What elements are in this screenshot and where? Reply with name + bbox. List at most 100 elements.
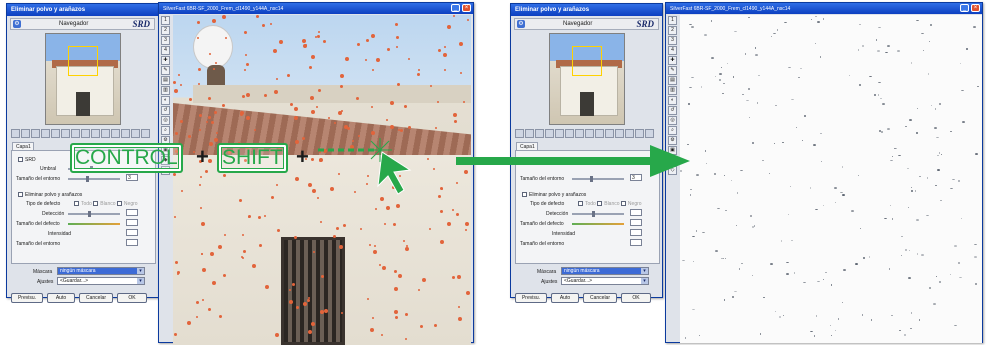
tool-icon[interactable]: ◇ — [668, 166, 677, 175]
mask-select[interactable]: ningún máscara ▾ — [561, 267, 649, 275]
intensity-field[interactable] — [126, 229, 138, 236]
tool-button[interactable] — [41, 129, 50, 138]
srd-checkbox[interactable] — [522, 157, 527, 163]
defect-size-slider[interactable] — [68, 223, 120, 225]
auto-button[interactable]: Auto — [47, 293, 75, 303]
tool-icon[interactable]: ✚ — [161, 56, 170, 65]
tool-button[interactable] — [625, 129, 634, 138]
tool-icon[interactable]: 4 — [161, 46, 170, 55]
tool-icon[interactable]: ✎ — [668, 66, 677, 75]
tool-button[interactable] — [121, 129, 130, 138]
navigator-thumbnail[interactable] — [45, 33, 121, 125]
auto-button[interactable]: Auto — [551, 293, 579, 303]
tool-icon[interactable]: 1 — [668, 16, 677, 25]
tool-icon[interactable]: ◐ — [161, 96, 170, 105]
detection-slider[interactable] — [68, 211, 120, 217]
tool-button[interactable] — [555, 129, 564, 138]
tool-button[interactable] — [131, 129, 140, 138]
tool-button[interactable] — [81, 129, 90, 138]
tool-icon[interactable]: 4 — [668, 46, 677, 55]
mask-select[interactable]: ningún máscara ▾ — [57, 267, 145, 275]
tool-button[interactable] — [51, 129, 60, 138]
settings-select[interactable]: <Guardar...> ▾ — [561, 277, 649, 285]
tool-button[interactable] — [31, 129, 40, 138]
dust-mask-preview[interactable] — [680, 15, 982, 343]
tool-button[interactable] — [111, 129, 120, 138]
tool-button[interactable] — [61, 129, 70, 138]
ok-button[interactable]: OK — [621, 293, 651, 303]
tool-button[interactable] — [545, 129, 554, 138]
gear-icon[interactable]: ⚙ — [13, 20, 21, 28]
preview-button[interactable]: Previsu. — [11, 293, 43, 303]
tool-icon[interactable]: ◐ — [668, 96, 677, 105]
env-size-field[interactable]: 3 — [630, 174, 642, 181]
env-size-slider[interactable] — [572, 176, 624, 182]
tool-icon[interactable]: ⌕ — [668, 126, 677, 135]
tool-icon[interactable]: 3 — [668, 36, 677, 45]
minimize-button[interactable]: _ — [451, 4, 460, 12]
tool-button[interactable] — [565, 129, 574, 138]
tool-button[interactable] — [515, 129, 524, 138]
tool-button[interactable] — [71, 129, 80, 138]
remove-dust-checkbox[interactable] — [18, 192, 23, 198]
env-size-field[interactable]: 3 — [126, 174, 138, 181]
tool-icon[interactable]: ✚ — [668, 56, 677, 65]
ok-button[interactable]: OK — [117, 293, 147, 303]
close-button[interactable]: × — [971, 4, 980, 12]
tool-button[interactable] — [535, 129, 544, 138]
tool-button[interactable] — [141, 129, 150, 138]
detection-slider[interactable] — [572, 211, 624, 217]
minimize-button[interactable]: _ — [960, 4, 969, 12]
tab-layer[interactable]: Capa1 — [12, 142, 34, 150]
tool-icon[interactable]: ✎ — [161, 66, 170, 75]
tool-button[interactable] — [525, 129, 534, 138]
srd-checkbox[interactable] — [18, 157, 23, 163]
tool-button[interactable] — [91, 129, 100, 138]
detection-field[interactable] — [630, 209, 642, 216]
tool-icon[interactable]: 2 — [161, 26, 170, 35]
close-button[interactable]: × — [462, 4, 471, 12]
tool-icon[interactable]: 2 — [668, 26, 677, 35]
tool-icon[interactable]: ▤ — [161, 76, 170, 85]
tool-icon[interactable]: 3 — [161, 36, 170, 45]
scan-preview-image[interactable] — [173, 15, 471, 345]
tool-icon[interactable]: ▥ — [161, 86, 170, 95]
tool-icon[interactable]: ↺ — [161, 106, 170, 115]
defect-size-slider[interactable] — [572, 223, 624, 225]
tool-button[interactable] — [21, 129, 30, 138]
cancel-button[interactable]: Cancelar — [583, 293, 617, 303]
tool-icon[interactable]: ◎ — [668, 116, 677, 125]
tool-button[interactable] — [615, 129, 624, 138]
tab-layer[interactable]: Capa1 — [516, 142, 538, 150]
tool-button[interactable] — [575, 129, 584, 138]
tool-button[interactable] — [605, 129, 614, 138]
tool-button[interactable] — [11, 129, 20, 138]
tool-icon[interactable]: ▤ — [668, 76, 677, 85]
tool-icon[interactable]: 1 — [161, 16, 170, 25]
navigator-thumbnail[interactable] — [549, 33, 625, 125]
tool-icon[interactable]: ▥ — [668, 86, 677, 95]
tool-button[interactable] — [635, 129, 644, 138]
tool-icon[interactable]: ↺ — [668, 106, 677, 115]
tool-button[interactable] — [101, 129, 110, 138]
gear-icon[interactable]: ⚙ — [517, 20, 525, 28]
tool-icon[interactable]: ⌕ — [161, 126, 170, 135]
navigator-selection-frame[interactable] — [572, 46, 602, 76]
tool-icon[interactable]: ◆ — [668, 156, 677, 165]
tool-icon[interactable]: ▣ — [668, 146, 677, 155]
navigator-selection-frame[interactable] — [68, 46, 98, 76]
tool-button[interactable] — [585, 129, 594, 138]
defect-size-field[interactable] — [126, 219, 138, 226]
remove-dust-checkbox[interactable] — [522, 192, 527, 198]
tool-icon[interactable]: ⚙ — [668, 136, 677, 145]
detection-field[interactable] — [126, 209, 138, 216]
tool-button[interactable] — [645, 129, 654, 138]
cancel-button[interactable]: Cancelar — [79, 293, 113, 303]
env-size2-field[interactable] — [126, 239, 138, 246]
intensity-field[interactable] — [630, 229, 642, 236]
defect-size-field[interactable] — [630, 219, 642, 226]
env-size2-field[interactable] — [630, 239, 642, 246]
preview-button[interactable]: Previsu. — [515, 293, 547, 303]
env-size-slider[interactable] — [68, 176, 120, 182]
tool-icon[interactable]: ◎ — [161, 116, 170, 125]
